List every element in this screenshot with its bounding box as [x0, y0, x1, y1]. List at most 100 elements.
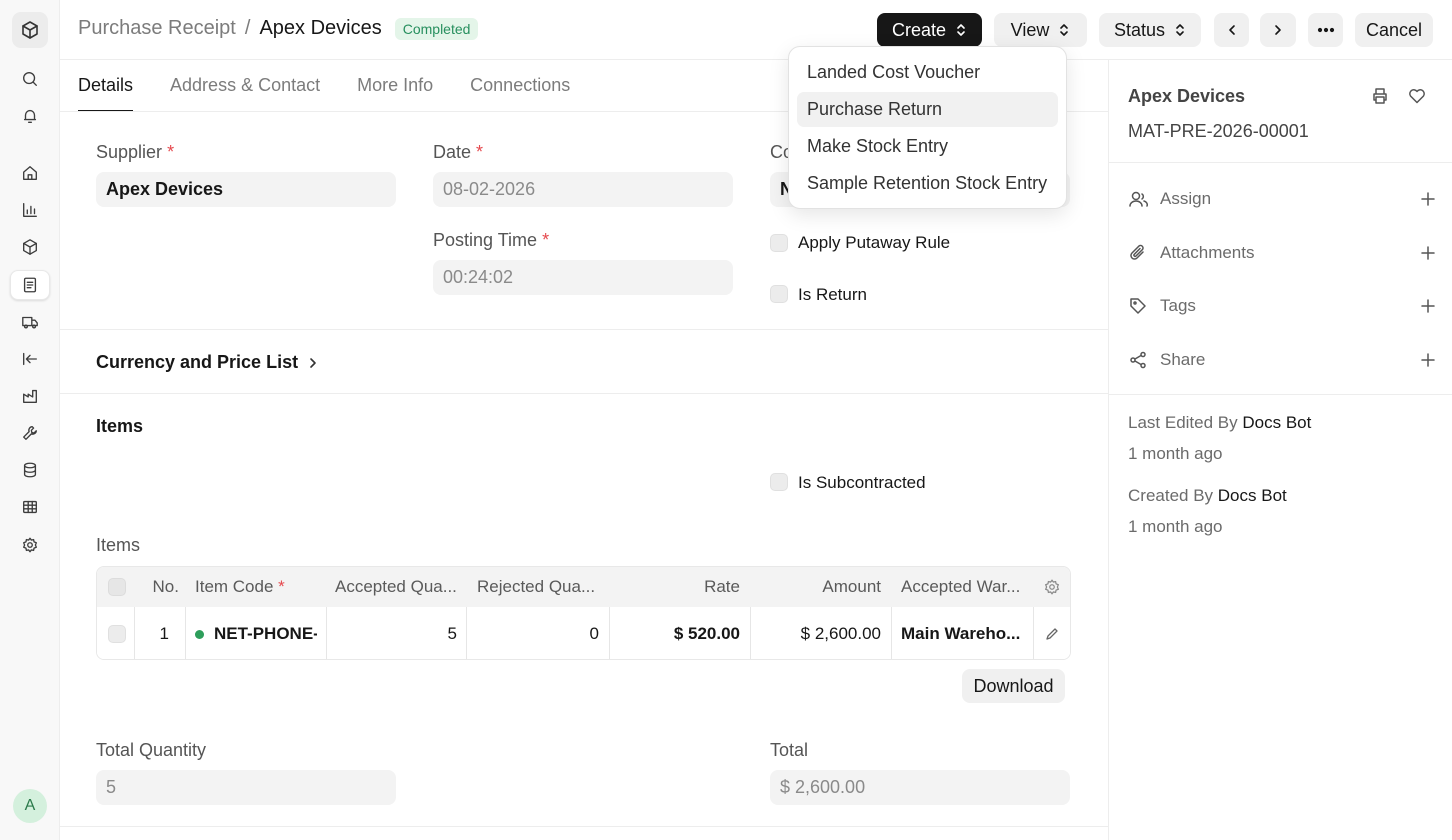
tab-more-info[interactable]: More Info [357, 60, 433, 111]
last-edited-info: Last Edited By Docs Bot [1128, 413, 1312, 432]
column-accepted-qty: Accepted Qua... [335, 577, 457, 596]
bell-icon[interactable] [10, 101, 50, 131]
search-icon[interactable] [10, 64, 50, 94]
total-field: $ 2,600.00 [770, 770, 1070, 805]
print-icon[interactable] [1370, 86, 1390, 106]
attachments-label: Attachments [1160, 243, 1255, 262]
menu-item-purchase-return[interactable]: Purchase Return [797, 92, 1058, 127]
sidebar-share[interactable]: Share [1128, 348, 1436, 372]
status-button[interactable]: Status [1099, 13, 1201, 47]
assign-label: Assign [1160, 189, 1212, 208]
created-user-link[interactable]: Docs Bot [1218, 486, 1287, 505]
tag-icon [1130, 298, 1146, 314]
row-accepted-qty[interactable]: 5 [335, 607, 457, 659]
heart-icon[interactable] [1407, 86, 1427, 106]
previous-button[interactable] [1214, 13, 1249, 47]
select-all-checkbox[interactable] [108, 578, 126, 596]
row-select-cell [107, 607, 127, 659]
user-icon [1129, 191, 1148, 207]
tags-label: Tags [1160, 296, 1196, 315]
table-icon[interactable] [10, 492, 50, 522]
posting-time-label: Posting Time * [433, 230, 550, 250]
is-return-label: Is Return [798, 285, 867, 304]
cell-divider [891, 607, 892, 659]
menu-item-sample-retention-stock-entry[interactable]: Sample Retention Stock Entry [797, 166, 1058, 201]
items-section-title: Items [96, 416, 144, 436]
items-table-header: No. Item Code * Accepted Qua... Rejected… [97, 567, 1070, 607]
items-table-label: Items [96, 535, 141, 555]
breadcrumb-doctype-link[interactable]: Purchase Receipt [78, 17, 236, 40]
settings-icon[interactable] [10, 530, 50, 560]
cell-divider [609, 607, 610, 659]
table-row[interactable]: 1 NET-PHONE- 5 0 $ 520.00 $ 2,600.00 Mai… [97, 607, 1070, 659]
receipt-icon[interactable] [10, 270, 50, 300]
currency-section-toggle[interactable]: Currency and Price List [96, 352, 320, 373]
more-actions-button[interactable] [1308, 13, 1343, 47]
apply-putaway-checkbox[interactable] [770, 234, 788, 252]
posting-time-field[interactable]: 00:24:02 [433, 260, 733, 295]
wrench-icon[interactable] [10, 418, 50, 448]
download-button[interactable]: Download [962, 669, 1065, 703]
supplier-label: Supplier * [96, 142, 175, 162]
row-rate[interactable]: $ 520.00 [619, 607, 740, 659]
date-label: Date * [433, 142, 484, 162]
home-icon[interactable] [10, 158, 50, 188]
user-avatar[interactable]: A [13, 789, 47, 823]
status-dot-icon [195, 629, 204, 639]
column-item-code: Item Code * [195, 577, 285, 596]
next-button[interactable] [1260, 13, 1296, 47]
row-item-code[interactable]: NET-PHONE- [195, 607, 317, 659]
document-sidebar: Apex Devices MAT-PRE-2026-00001 Assign A… [1108, 60, 1452, 840]
is-subcontracted-checkbox[interactable] [770, 473, 788, 491]
is-return-checkbox[interactable] [770, 285, 788, 303]
is-subcontracted-label: Is Subcontracted [798, 473, 926, 492]
chevron-up-down-icon [957, 24, 965, 36]
column-accepted-warehouse: Accepted War... [901, 577, 1021, 596]
created-info: Created By Docs Bot [1128, 486, 1287, 505]
created-time: 1 month ago [1128, 517, 1223, 536]
chart-icon[interactable] [10, 195, 50, 225]
status-badge: Completed [394, 17, 479, 40]
tab-address-contact[interactable]: Address & Contact [170, 60, 320, 111]
row-edit-button[interactable] [1041, 607, 1063, 659]
tab-details[interactable]: Details [78, 60, 134, 111]
plus-icon[interactable] [1420, 191, 1436, 207]
chevron-up-down-icon [1060, 24, 1069, 36]
sidebar-tags[interactable]: Tags [1128, 294, 1436, 318]
database-icon[interactable] [10, 455, 50, 485]
factory-icon[interactable] [10, 381, 50, 411]
create-button[interactable]: Create [877, 13, 982, 47]
supplier-field[interactable]: Apex Devices [96, 172, 396, 207]
app-logo-icon[interactable] [12, 12, 48, 48]
divider [60, 393, 1108, 394]
view-button-label: View [1010, 19, 1050, 40]
total-quantity-label: Total Quantity [96, 740, 207, 760]
row-checkbox[interactable] [108, 625, 126, 643]
row-warehouse[interactable]: Main Wareho... [901, 607, 1026, 659]
divider [1109, 162, 1452, 163]
plus-icon[interactable] [1420, 298, 1436, 314]
plus-icon[interactable] [1420, 245, 1436, 261]
truck-icon[interactable] [10, 307, 50, 337]
cell-divider [1033, 607, 1034, 659]
last-edited-user-link[interactable]: Docs Bot [1242, 413, 1311, 432]
sidebar-attachments[interactable]: Attachments [1128, 241, 1436, 265]
view-button[interactable]: View [994, 13, 1087, 47]
cell-divider [185, 607, 186, 659]
plus-icon[interactable] [1420, 352, 1436, 368]
create-dropdown-menu: Landed Cost Voucher Purchase Return Make… [788, 46, 1067, 209]
arrow-to-left-icon[interactable] [10, 344, 50, 374]
date-field[interactable]: 08-02-2026 [433, 172, 733, 207]
row-rejected-qty[interactable]: 0 [477, 607, 599, 659]
column-settings[interactable] [1041, 567, 1063, 607]
tab-connections[interactable]: Connections [470, 60, 570, 111]
box-icon[interactable] [10, 232, 50, 262]
chevron-left-icon [1228, 25, 1235, 35]
menu-item-make-stock-entry[interactable]: Make Stock Entry [797, 129, 1058, 164]
sidebar-title: Apex Devices [1128, 86, 1246, 106]
menu-item-landed-cost-voucher[interactable]: Landed Cost Voucher [797, 55, 1058, 90]
cancel-button[interactable]: Cancel [1355, 13, 1433, 47]
items-table: No. Item Code * Accepted Qua... Rejected… [96, 566, 1071, 660]
divider [60, 826, 1108, 827]
sidebar-assign[interactable]: Assign [1128, 187, 1436, 211]
